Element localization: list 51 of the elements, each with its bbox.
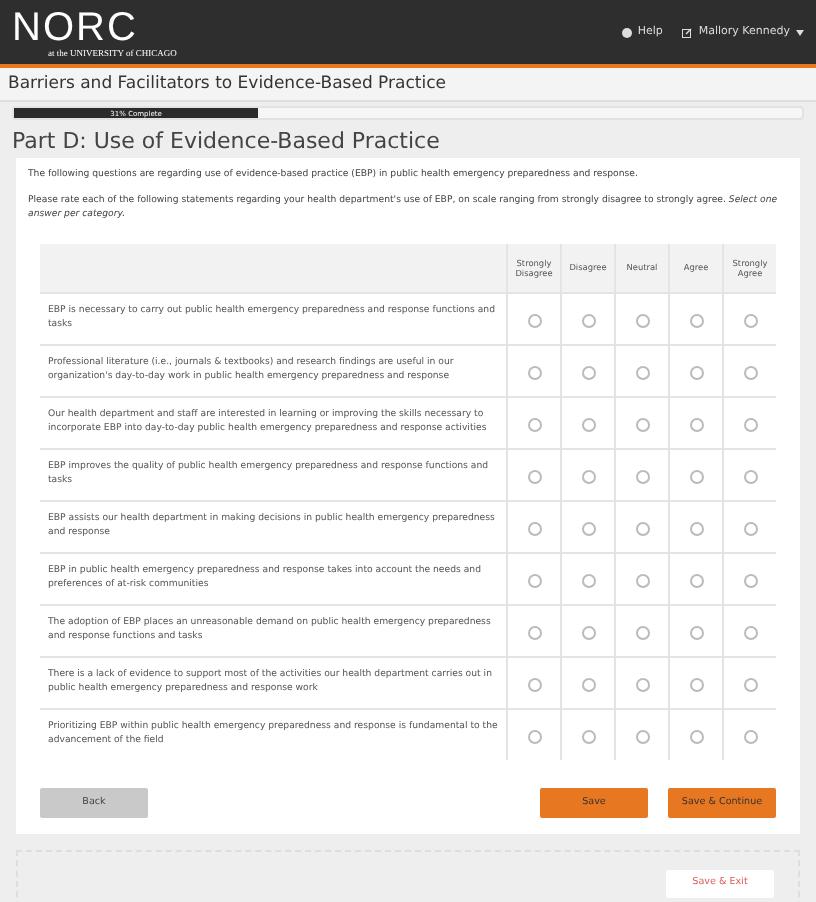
section-heading: Part D: Use of Evidence-Based Practice [10,126,442,158]
radio-button[interactable] [527,677,541,692]
radio-button[interactable] [635,365,649,380]
radio-button[interactable] [635,625,649,640]
radio-button[interactable] [743,417,757,432]
radio-button[interactable] [689,469,703,484]
radio-button[interactable] [743,625,757,640]
radio-button[interactable] [689,729,703,744]
radio-button[interactable] [743,469,757,484]
radio-button[interactable] [527,469,541,484]
radio-button[interactable] [689,313,703,328]
radio-button[interactable] [743,677,757,692]
radio-button[interactable] [527,729,541,744]
radio-button[interactable] [689,417,703,432]
radio-button[interactable] [581,677,595,692]
radio-button[interactable] [527,625,541,640]
radio-button[interactable] [689,365,703,380]
radio-button[interactable] [635,521,649,536]
radio-button[interactable] [581,521,595,536]
radio-button[interactable] [635,417,649,432]
radio-button[interactable] [635,573,649,588]
caret-icon [796,29,804,35]
survey-title: Barriers and Facilitators to Evidence-Based Practice [0,68,816,102]
radio-button[interactable] [527,521,541,536]
radio-button[interactable] [527,313,541,328]
logo: NORC [12,7,140,47]
radio-button[interactable] [689,521,703,536]
radio-button[interactable] [581,469,595,484]
radio-button[interactable] [527,573,541,588]
radio-button[interactable] [581,625,595,640]
radio-button[interactable] [743,313,757,328]
radio-button[interactable] [527,417,541,432]
radio-button[interactable] [581,365,595,380]
radio-button[interactable] [635,729,649,744]
radio-button[interactable] [581,573,595,588]
radio-button[interactable] [743,521,757,536]
radio-button[interactable] [689,573,703,588]
radio-button[interactable] [635,469,649,484]
help-icon [621,27,632,37]
radio-button[interactable] [635,677,649,692]
edit-icon [682,27,693,37]
radio-button[interactable] [689,625,703,640]
radio-button[interactable] [743,365,757,380]
radio-button[interactable] [743,729,757,744]
radio-button[interactable] [689,677,703,692]
radio-button[interactable] [581,313,595,328]
radio-button[interactable] [743,573,757,588]
radio-button[interactable] [581,417,595,432]
radio-button[interactable] [527,365,541,380]
radio-button[interactable] [581,729,595,744]
radio-button[interactable] [635,313,649,328]
